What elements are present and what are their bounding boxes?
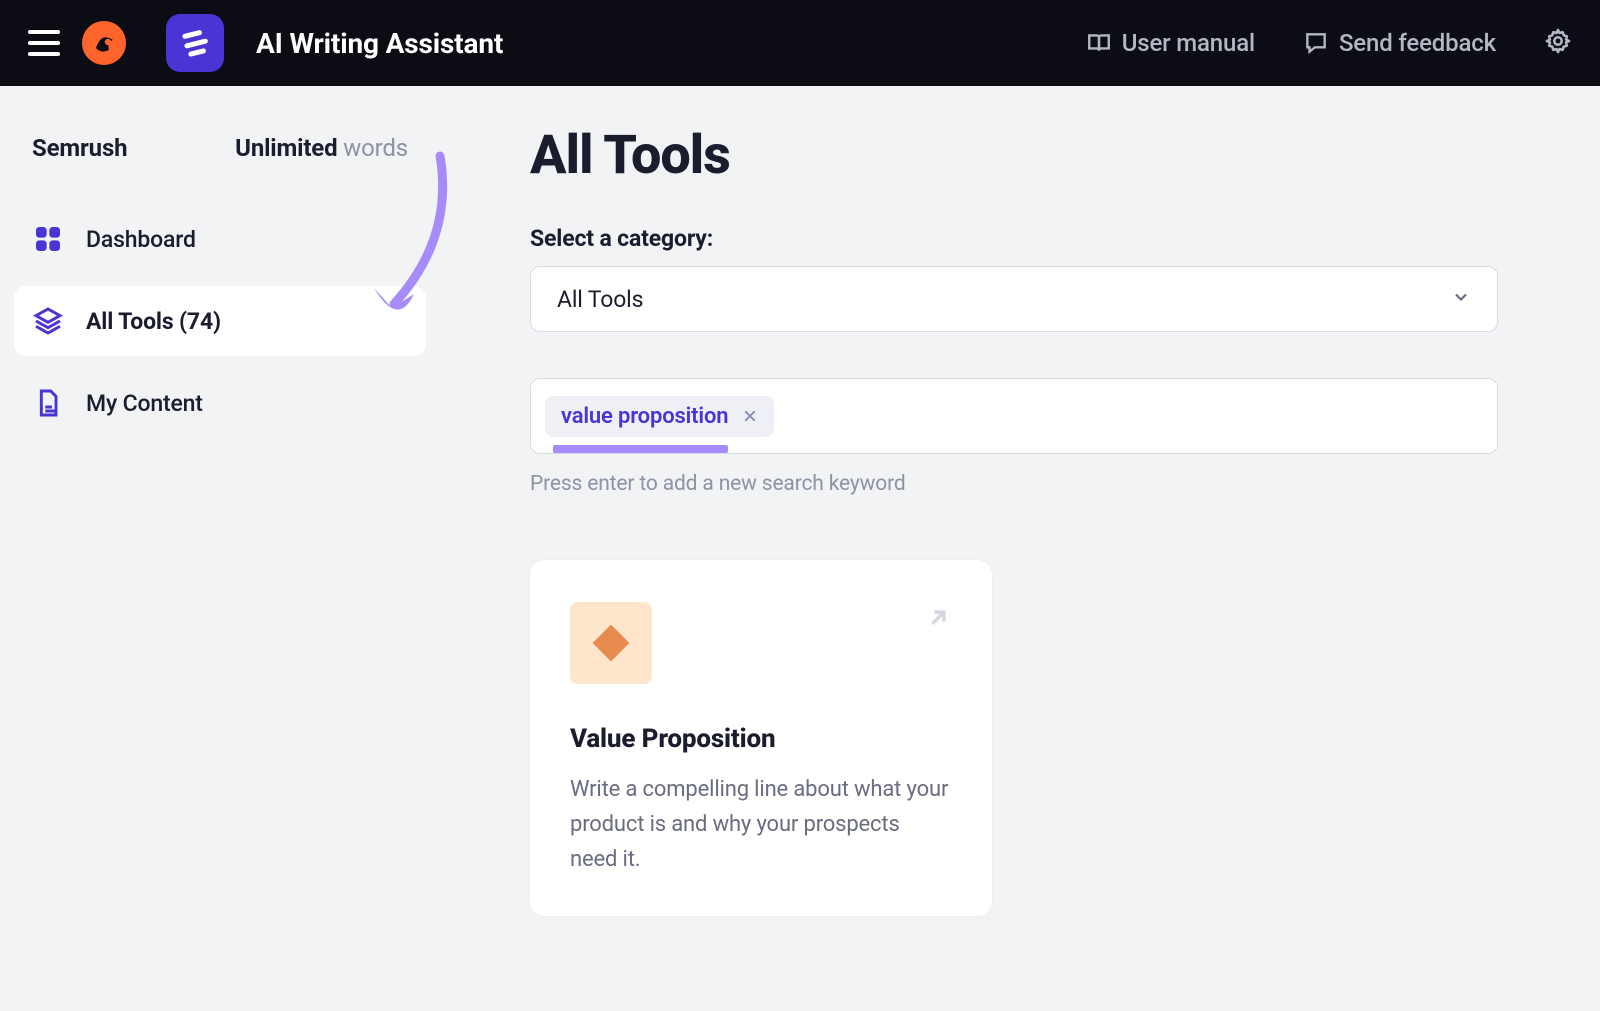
app-logo-icon[interactable] xyxy=(166,14,224,72)
remove-chip-icon[interactable] xyxy=(740,406,760,426)
menu-icon[interactable] xyxy=(28,27,60,59)
page-title: All Tools xyxy=(530,124,1530,187)
sidebar-item-label: My Content xyxy=(86,390,203,417)
send-feedback-link[interactable]: Send feedback xyxy=(1303,29,1496,57)
sidebar-item-dashboard[interactable]: Dashboard xyxy=(14,204,426,274)
category-label: Select a category: xyxy=(530,225,1530,252)
tool-card-desc: Write a compelling line about what your … xyxy=(570,772,952,878)
plan-quota-unit: words xyxy=(343,134,408,162)
search-chip-label: value proposition xyxy=(561,404,728,429)
sidebar: Semrush Unlimited words Dashboard xyxy=(0,86,440,1011)
dashboard-icon xyxy=(32,223,64,255)
plan-quota: Unlimited words xyxy=(235,134,408,162)
annotation-underline xyxy=(553,445,728,453)
sidebar-item-label: All Tools (74) xyxy=(86,308,221,335)
search-hint: Press enter to add a new search keyword xyxy=(530,472,1530,496)
diamond-icon xyxy=(593,625,630,662)
sidebar-item-my-content[interactable]: My Content xyxy=(14,368,426,438)
semrush-logo-icon[interactable] xyxy=(78,17,130,69)
sidebar-item-label: Dashboard xyxy=(86,226,196,253)
tool-card-value-proposition[interactable]: Value Proposition Write a compelling lin… xyxy=(530,560,992,916)
plan-name: Semrush xyxy=(32,134,127,162)
send-feedback-label: Send feedback xyxy=(1339,29,1496,57)
category-select-value: All Tools xyxy=(557,286,643,313)
topbar: AI Writing Assistant User manual Send fe… xyxy=(0,0,1600,86)
plan-row: Semrush Unlimited words xyxy=(14,134,426,204)
tool-card-title: Value Proposition xyxy=(570,724,952,754)
plan-quota-value: Unlimited xyxy=(235,134,337,162)
keyword-search-input[interactable]: value proposition xyxy=(530,378,1498,454)
settings-icon[interactable] xyxy=(1544,27,1572,59)
category-select[interactable]: All Tools xyxy=(530,266,1498,332)
app-title: AI Writing Assistant xyxy=(256,27,503,60)
user-manual-label: User manual xyxy=(1122,29,1255,57)
tool-card-icon xyxy=(570,602,652,684)
layers-icon xyxy=(32,305,64,337)
document-icon xyxy=(32,387,64,419)
sidebar-item-all-tools[interactable]: All Tools (74) xyxy=(14,286,426,356)
search-chip: value proposition xyxy=(545,396,774,437)
open-arrow-icon xyxy=(924,604,952,636)
chevron-down-icon xyxy=(1451,286,1471,313)
user-manual-link[interactable]: User manual xyxy=(1086,29,1255,57)
main-content: All Tools Select a category: All Tools v… xyxy=(440,86,1600,1011)
